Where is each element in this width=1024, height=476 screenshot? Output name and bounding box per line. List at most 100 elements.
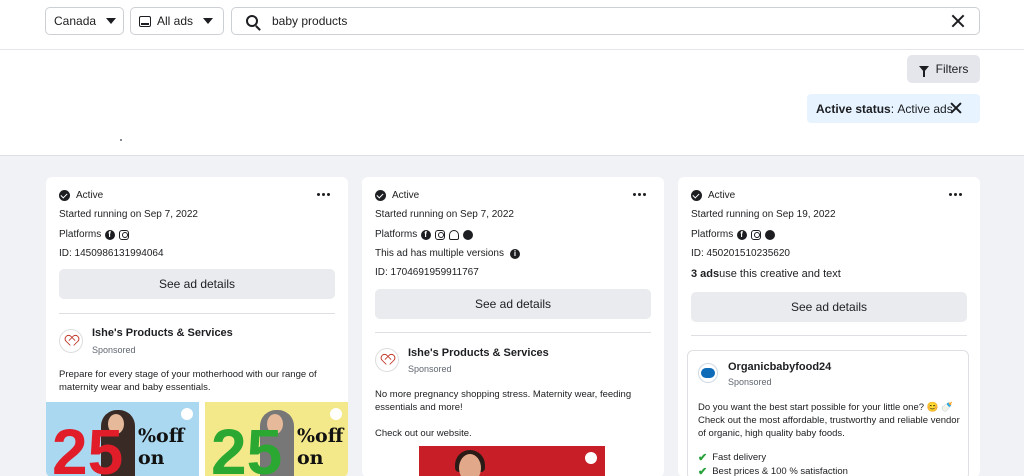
search-icon <box>246 15 258 27</box>
ad-image[interactable] <box>419 446 605 476</box>
ad-card: Active Started running on Sep 7, 2022 Pl… <box>46 177 348 476</box>
chevron-down-icon <box>106 18 117 24</box>
filters-button[interactable]: Filters <box>907 55 980 83</box>
clear-search-icon[interactable] <box>951 14 965 28</box>
feature-text: Best prices & 100 % satisfaction <box>712 466 848 476</box>
status-text: Active <box>76 190 104 201</box>
platforms-label: Platforms <box>375 229 418 240</box>
filter-bar: Filters Active status: Active ads <box>0 50 1024 156</box>
sponsored-label: Sponsored <box>728 377 772 387</box>
platforms-label: Platforms <box>691 229 734 240</box>
search-input[interactable]: baby products <box>231 7 980 35</box>
facebook-icon <box>105 229 116 240</box>
ad-card: Active Started running on Sep 7, 2022 Pl… <box>362 177 664 476</box>
model-face <box>459 454 481 476</box>
creative-text: use this creative and text <box>719 268 841 280</box>
more-options-icon[interactable] <box>633 193 646 196</box>
promo-off-text: %off on <box>297 425 344 469</box>
status-row: Active <box>691 190 735 201</box>
status-text: Active <box>392 190 420 201</box>
more-options-icon[interactable] <box>317 193 330 196</box>
check-circle-icon <box>375 190 386 201</box>
ad-id: ID: 1450986131994064 <box>59 248 164 259</box>
platforms-row: Platforms <box>375 229 474 240</box>
divider <box>59 313 335 314</box>
brand-logo-icon <box>585 452 597 464</box>
brand-logo-icon <box>330 408 342 420</box>
active-status-value: Active ads <box>897 101 953 116</box>
check-mark-icon: ✔ <box>698 466 708 476</box>
promo-number: 25 <box>52 416 124 476</box>
promo-image[interactable]: 25 %off on <box>205 402 348 476</box>
check-circle-icon <box>59 190 70 201</box>
advertiser-avatar[interactable] <box>59 329 83 353</box>
country-value: Canada <box>54 14 97 28</box>
ad-body-text: Do you want the best start possible for … <box>698 402 960 439</box>
status-row: Active <box>375 190 419 201</box>
colon: : <box>890 101 898 116</box>
creative-count: 3 ads <box>691 268 720 280</box>
divider <box>375 332 651 333</box>
platforms-row: Platforms <box>59 229 130 240</box>
facebook-icon <box>737 229 748 240</box>
ad-id: ID: 450201510235620 <box>691 248 790 259</box>
status-text: Active <box>708 190 736 201</box>
heart-logo-icon <box>66 336 76 346</box>
heart-logo-icon <box>382 355 392 365</box>
brand-logo-icon <box>181 408 193 420</box>
search-bar: Canada All ads baby products <box>0 0 1024 50</box>
ad-preview: Organicbabyfood24 Sponsored Do you want … <box>687 350 969 476</box>
audience-network-icon <box>449 229 460 240</box>
active-status-chip: Active status: Active ads <box>807 94 980 123</box>
advertiser-avatar[interactable] <box>375 348 399 372</box>
monitor-icon <box>139 15 151 27</box>
see-ad-details-button[interactable]: See ad details <box>59 269 335 299</box>
sponsored-label: Sponsored <box>92 345 136 355</box>
feature-bullet: ✔ Fast delivery <box>698 451 766 464</box>
advertiser-name[interactable]: Organicbabyfood24 <box>728 361 831 373</box>
started-text: Started running on Sep 7, 2022 <box>375 209 514 220</box>
search-query[interactable]: baby products <box>272 14 951 28</box>
instagram-icon <box>435 229 446 240</box>
started-text: Started running on Sep 7, 2022 <box>59 209 198 220</box>
active-status-key: Active status <box>816 101 891 116</box>
more-options-icon[interactable] <box>949 193 962 196</box>
advertiser-avatar[interactable] <box>698 363 718 383</box>
ad-id: ID: 1704691959911767 <box>375 267 479 278</box>
platforms-label: Platforms <box>59 229 102 240</box>
ad-card: Active Started running on Sep 19, 2022 P… <box>678 177 980 476</box>
instagram-icon <box>751 229 762 240</box>
ad-body-text: Prepare for every stage of your motherho… <box>59 369 317 393</box>
filters-label: Filters <box>935 62 969 76</box>
versions-text: This ad has multiple versions <box>375 248 504 259</box>
advertiser-name[interactable]: Ishe's Products & Services <box>408 347 549 359</box>
check-mark-icon: ✔ <box>698 452 708 464</box>
versions-row: This ad has multiple versions i <box>375 248 520 259</box>
divider <box>691 335 967 336</box>
check-circle-icon <box>691 190 702 201</box>
started-text: Started running on Sep 19, 2022 <box>691 209 836 220</box>
see-ad-details-button[interactable]: See ad details <box>691 292 967 322</box>
messenger-icon <box>765 229 776 240</box>
funnel-icon <box>918 66 929 77</box>
info-icon[interactable]: i <box>509 248 520 259</box>
country-select[interactable]: Canada <box>45 7 124 35</box>
ad-type-value: All ads <box>157 14 194 28</box>
promo-image[interactable]: 25 %off on <box>46 402 199 476</box>
promo-off-text: %off on <box>138 425 185 469</box>
platforms-row: Platforms <box>691 229 776 240</box>
ad-type-select[interactable]: All ads <box>130 7 224 35</box>
feature-text: Fast delivery <box>712 452 767 463</box>
remove-filter-icon[interactable] <box>950 102 962 114</box>
creative-usage[interactable]: 3 ads use this creative and text <box>691 268 841 280</box>
facebook-icon <box>421 229 432 240</box>
ad-body-text: No more pregnancy shopping stress. Mater… <box>375 389 632 413</box>
divider-dot <box>120 139 122 141</box>
instagram-icon <box>119 229 130 240</box>
promo-number: 25 <box>211 416 283 476</box>
advertiser-name[interactable]: Ishe's Products & Services <box>92 327 233 339</box>
sponsored-label: Sponsored <box>408 364 452 374</box>
see-ad-details-button[interactable]: See ad details <box>375 289 651 319</box>
chevron-down-icon <box>203 18 214 24</box>
ad-body-text-2: Check out our website. <box>375 428 472 439</box>
